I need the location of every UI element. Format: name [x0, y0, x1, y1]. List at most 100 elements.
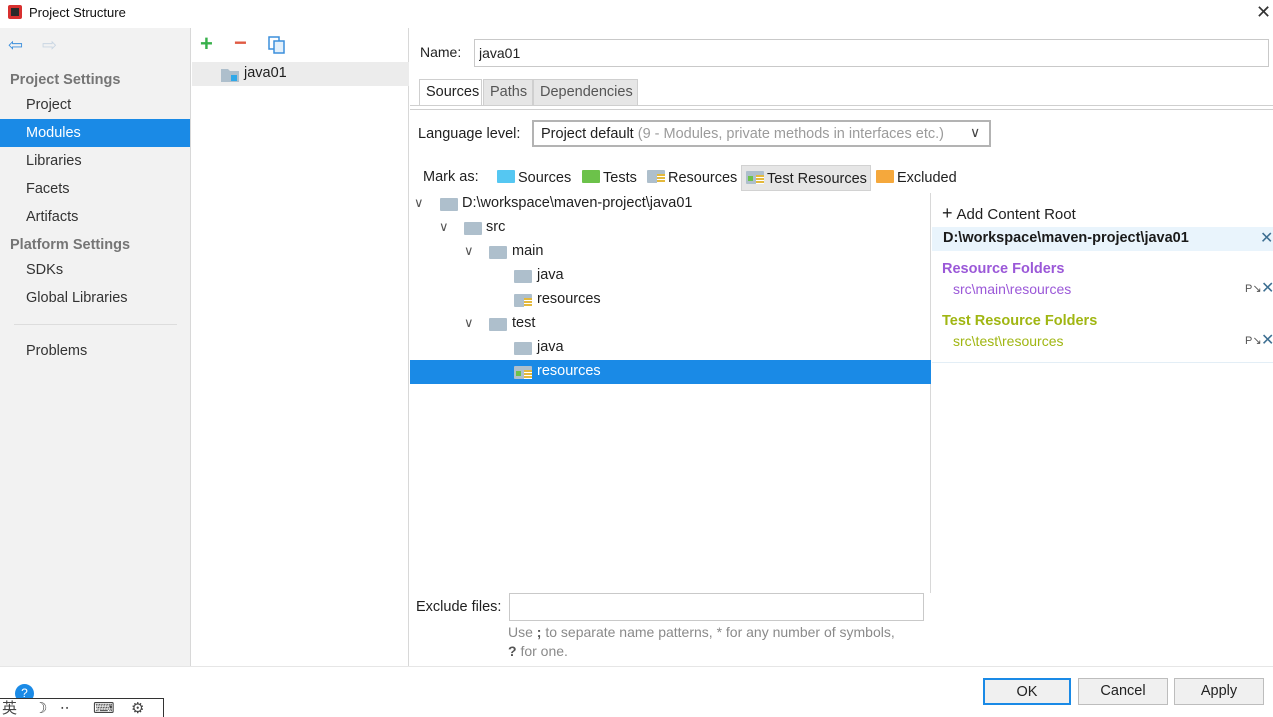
mark-as-test-resources-label: Test Resources	[767, 171, 867, 187]
tests-folder-icon	[582, 170, 600, 183]
exclude-files-field[interactable]	[509, 593, 924, 621]
tree-row-main-java[interactable]: java	[410, 264, 931, 288]
mark-as-label: Mark as:	[423, 169, 479, 185]
tree-row-test-resources[interactable]: resources	[410, 360, 931, 384]
exclude-hint-c: for one.	[516, 643, 568, 659]
language-level-label: Language level:	[418, 126, 521, 142]
language-level-hint: (9 - Modules, private methods in interfa…	[637, 126, 944, 142]
folder-icon	[489, 318, 507, 331]
remove-content-root-icon[interactable]: ✕	[1260, 231, 1273, 247]
sources-folder-icon	[497, 170, 515, 183]
tree-row-test[interactable]: ∨ test	[410, 312, 931, 336]
tree-label: D:\workspace\maven-project\java01	[462, 195, 693, 211]
chevron-down-icon[interactable]: ∨	[464, 243, 474, 259]
copy-icon[interactable]	[268, 36, 285, 54]
chevron-down-icon[interactable]: ∨	[464, 315, 474, 331]
chevron-down-icon[interactable]: ∨	[439, 219, 449, 235]
exclude-files-label: Exclude files:	[416, 599, 502, 615]
test-resources-folder-icon	[746, 171, 764, 184]
mark-as-sources-button[interactable]: Sources	[497, 165, 571, 191]
module-name: java01	[244, 65, 287, 81]
tab-underline	[410, 105, 1273, 106]
resource-folders-title: Resource Folders	[942, 261, 1065, 277]
folder-icon	[514, 270, 532, 283]
language-level-selected: Project default	[541, 126, 634, 142]
tree-label: java	[537, 267, 564, 283]
moon-icon[interactable]: ☽	[34, 700, 47, 717]
module-folder-icon	[221, 69, 239, 82]
sidebar-item-facets[interactable]: Facets	[0, 175, 190, 203]
tree-label: java	[537, 339, 564, 355]
content-root-path: D:\workspace\maven-project\java01	[943, 230, 1189, 246]
tree-label: resources	[537, 291, 601, 307]
remove-module-button[interactable]: −	[234, 31, 247, 55]
punctuation-icon[interactable]: ⋅⋅	[60, 700, 70, 717]
intellij-idea-icon	[8, 5, 22, 19]
pane-divider	[932, 362, 1273, 363]
forward-arrow-icon[interactable]: ⇨	[42, 36, 57, 54]
chevron-down-icon: ∨	[970, 124, 981, 140]
keyboard-icon[interactable]: ⌨	[93, 700, 115, 717]
properties-icon[interactable]: P↘	[1245, 334, 1262, 347]
exclude-hint-a: Use	[508, 624, 537, 640]
tree-label: test	[512, 315, 536, 331]
sidebar-item-problems[interactable]: Problems	[0, 337, 190, 365]
tab-dependencies[interactable]: Dependencies	[533, 79, 638, 106]
modules-panel: + − java01	[192, 28, 409, 666]
exclude-hint-question: ?	[508, 643, 517, 659]
sidebar-item-modules[interactable]: Modules	[0, 119, 190, 147]
test-resource-folders-title: Test Resource Folders	[942, 313, 1098, 329]
close-icon[interactable]: ✕	[1256, 3, 1271, 21]
cancel-button[interactable]: Cancel	[1078, 678, 1168, 705]
tree-label: resources	[537, 363, 601, 379]
gear-icon[interactable]: ⚙	[131, 700, 144, 717]
mark-as-excluded-label: Excluded	[897, 170, 957, 186]
mark-as-tests-button[interactable]: Tests	[582, 165, 637, 191]
add-module-button[interactable]: +	[200, 32, 213, 56]
folder-icon	[514, 342, 532, 355]
remove-test-resource-folder-icon[interactable]: ✕	[1261, 333, 1273, 349]
ok-button[interactable]: OK	[983, 678, 1071, 705]
module-list-item[interactable]: java01	[192, 62, 409, 86]
sidebar-item-project[interactable]: Project	[0, 91, 190, 119]
mark-as-resources-label: Resources	[668, 170, 738, 186]
resources-folder-icon	[514, 294, 532, 307]
remove-resource-folder-icon[interactable]: ✕	[1261, 281, 1273, 297]
module-folder-icon	[440, 198, 458, 211]
ime-toolbar: 英 ☽ ⋅⋅ ⌨ ⚙	[0, 698, 164, 717]
test-resources-folder-icon	[514, 366, 532, 379]
add-content-root-label: Add Content Root	[956, 206, 1076, 223]
tab-sources[interactable]: Sources	[419, 79, 482, 106]
exclude-files-hint: Use ; to separate name patterns, * for a…	[508, 624, 895, 640]
mark-as-excluded-button[interactable]: Excluded	[876, 165, 957, 191]
sidebar-item-libraries[interactable]: Libraries	[0, 147, 190, 175]
source-tree: ∨ D:\workspace\maven-project\java01 ∨ sr…	[410, 193, 931, 593]
sidebar-item-global-libraries[interactable]: Global Libraries	[0, 284, 190, 312]
tab-paths[interactable]: Paths	[483, 79, 533, 106]
chevron-down-icon[interactable]: ∨	[414, 195, 424, 211]
mark-as-test-resources-button[interactable]: Test Resources	[741, 165, 871, 191]
back-arrow-icon[interactable]: ⇦	[8, 36, 23, 54]
sidebar-item-artifacts[interactable]: Artifacts	[0, 203, 190, 231]
tree-row-main-resources[interactable]: resources	[410, 288, 931, 312]
mark-as-resources-button[interactable]: Resources	[647, 165, 737, 191]
properties-icon[interactable]: P↘	[1245, 282, 1262, 295]
add-content-root-button[interactable]: + Add Content Root	[942, 203, 1076, 224]
apply-button[interactable]: Apply	[1174, 678, 1264, 705]
test-resource-folder-path: src\test\resources	[953, 333, 1064, 349]
excluded-folder-icon	[876, 170, 894, 183]
resource-folder-path: src\main\resources	[953, 281, 1072, 297]
ime-language-icon[interactable]: 英	[2, 700, 17, 717]
sidebar-item-sdks[interactable]: SDKs	[0, 256, 190, 284]
language-level-select[interactable]: Project default (9 - Modules, private me…	[532, 120, 991, 147]
folder-icon	[489, 246, 507, 259]
resources-folder-icon	[647, 170, 665, 183]
content-root-header: D:\workspace\maven-project\java01 ✕	[932, 227, 1273, 251]
tree-row-test-java[interactable]: java	[410, 336, 931, 360]
tree-row-main[interactable]: ∨ main	[410, 240, 931, 264]
folder-icon	[464, 222, 482, 235]
tree-row-src[interactable]: ∨ src	[410, 216, 931, 240]
module-name-field[interactable]	[474, 39, 1269, 67]
mark-as-sources-label: Sources	[518, 170, 572, 186]
tree-row-content-root[interactable]: ∨ D:\workspace\maven-project\java01	[410, 192, 931, 216]
